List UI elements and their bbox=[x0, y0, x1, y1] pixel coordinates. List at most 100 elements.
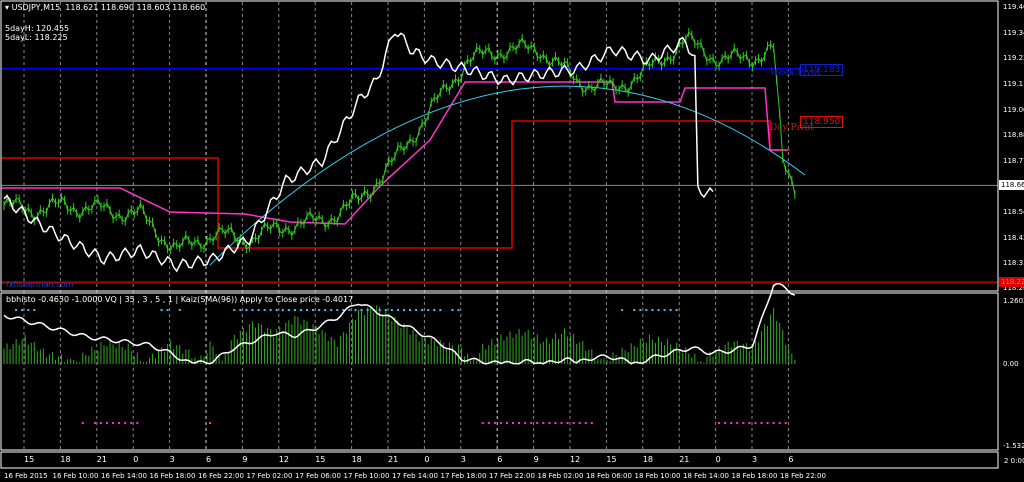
signal-dot-down bbox=[93, 422, 96, 424]
indicator-tick-label: 0.00 bbox=[1003, 360, 1019, 368]
indicator-panel-frame bbox=[0, 292, 999, 451]
signal-dot-down bbox=[548, 422, 551, 424]
hour-tick-label: 12 bbox=[570, 455, 581, 464]
hour-tick-label: 21 bbox=[388, 455, 399, 464]
signal-dot-down bbox=[524, 422, 527, 424]
signal-dot-down bbox=[518, 422, 521, 424]
price-tick-label: 119.000 bbox=[1003, 105, 1024, 114]
signal-dot-down bbox=[760, 422, 763, 424]
signal-dot-up bbox=[415, 309, 418, 311]
signal-dot-up bbox=[663, 309, 666, 311]
chart-canvas[interactable] bbox=[0, 0, 1024, 482]
date-tick-label: 18 Feb 06:00 bbox=[586, 472, 632, 480]
low-price-tag: 118.225 bbox=[999, 277, 1024, 288]
hour-tick-label: 15 bbox=[606, 455, 617, 464]
hour-tick-label: 6 bbox=[497, 455, 503, 464]
signal-dot-up bbox=[166, 309, 169, 311]
hour-tick-label: 3 bbox=[460, 455, 466, 464]
hour-tick-label: 0 bbox=[715, 455, 721, 464]
signal-dot-up bbox=[366, 309, 369, 311]
week-pivot-value: 119.183 bbox=[800, 64, 844, 76]
price-tick-label: 118.425 bbox=[1003, 233, 1024, 242]
signal-dot-up bbox=[33, 309, 36, 311]
price-tick-label: 118.885 bbox=[1003, 131, 1024, 140]
signal-dot-up bbox=[360, 309, 363, 311]
signal-dot-up bbox=[639, 309, 642, 311]
watermark: fxfisherman.com bbox=[6, 280, 74, 289]
signal-dot-down bbox=[736, 422, 739, 424]
signal-dot-up bbox=[457, 309, 460, 311]
signal-dot-up bbox=[251, 309, 254, 311]
signal-dot-down bbox=[493, 422, 496, 424]
hour-tick-label: 3 bbox=[169, 455, 175, 464]
signal-dot-down bbox=[112, 422, 115, 424]
hour-tick-label: 6 bbox=[206, 455, 212, 464]
price-tick-label: 119.345 bbox=[1003, 28, 1024, 37]
hour-tick-label: 15 bbox=[315, 455, 326, 464]
signal-dot-up bbox=[402, 309, 405, 311]
date-tick-label: 17 Feb 02:00 bbox=[246, 472, 293, 480]
price-tick-label: 119.115 bbox=[1003, 79, 1024, 88]
hour-tick-label: 3 bbox=[752, 455, 758, 464]
price-tick-label: 119.230 bbox=[1003, 54, 1024, 63]
signal-dot-down bbox=[505, 422, 508, 424]
signal-dot-up bbox=[233, 309, 236, 311]
signal-dot-up bbox=[27, 309, 30, 311]
signal-dot-down bbox=[136, 422, 139, 424]
signal-dot-down bbox=[784, 422, 787, 424]
signal-dot-up bbox=[15, 309, 18, 311]
five-day-low: 5dayL: 118.225 bbox=[5, 33, 68, 42]
signal-dot-up bbox=[160, 309, 163, 311]
signal-dot-down bbox=[487, 422, 490, 424]
signal-dot-up bbox=[330, 309, 333, 311]
signal-dot-down bbox=[118, 422, 121, 424]
signal-dot-down bbox=[572, 422, 575, 424]
date-tick-label: 16 Feb 10:00 bbox=[52, 472, 99, 480]
signal-dot-up bbox=[433, 309, 436, 311]
price-tick-label: 118.540 bbox=[1003, 208, 1024, 217]
signal-dot-up bbox=[336, 309, 339, 311]
date-tick-label: 18 Feb 14:00 bbox=[683, 472, 729, 480]
signal-dot-up bbox=[281, 309, 284, 311]
signal-dot-down bbox=[81, 422, 84, 424]
signal-dot-down bbox=[130, 422, 133, 424]
signal-dot-up bbox=[390, 309, 393, 311]
signal-dot-down bbox=[566, 422, 569, 424]
hour-tick-label: 9 bbox=[533, 455, 539, 464]
signal-dot-down bbox=[124, 422, 127, 424]
signal-dot-up bbox=[318, 309, 321, 311]
signal-dot-up bbox=[675, 309, 678, 311]
date-tick-label: 18 Feb 18:00 bbox=[731, 472, 778, 480]
price-tick-label: 118.770 bbox=[1003, 156, 1024, 165]
hour-tick-label: 18 bbox=[351, 455, 362, 464]
date-tick-label: 17 Feb 06:00 bbox=[295, 472, 341, 480]
signal-dot-down bbox=[748, 422, 751, 424]
signal-dot-down bbox=[766, 422, 769, 424]
signal-dot-down bbox=[590, 422, 593, 424]
date-tick-label: 16 Feb 2015 bbox=[4, 472, 48, 480]
signal-dot-up bbox=[178, 309, 181, 311]
date-tick-label: 17 Feb 18:00 bbox=[440, 472, 487, 480]
price-panel bbox=[1, 27, 998, 284]
signal-dot-up bbox=[354, 309, 357, 311]
signal-dot-up bbox=[633, 309, 636, 311]
signal-dot-down bbox=[772, 422, 775, 424]
date-tick-label: 18 Feb 02:00 bbox=[537, 472, 584, 480]
symbol-header: ▾ USDJPY,M15 118.621 118.690 118.603 118… bbox=[5, 3, 206, 12]
day-pivot-value: 118.950 bbox=[800, 116, 844, 128]
current-price-tag: 118.660 bbox=[999, 180, 1024, 191]
indicator-tick-label: -1.532 bbox=[1003, 442, 1024, 450]
signal-dot-up bbox=[451, 309, 454, 311]
hour-tick-label: 0 bbox=[133, 455, 139, 464]
signal-dot-down bbox=[730, 422, 733, 424]
signal-dot-up bbox=[409, 309, 412, 311]
signal-dot-up bbox=[324, 309, 327, 311]
signal-dot-up bbox=[287, 309, 290, 311]
signal-dot-up bbox=[312, 309, 315, 311]
ohlc-values: 118.621 118.690 118.603 118.660 bbox=[65, 3, 206, 12]
signal-dot-up bbox=[651, 309, 654, 311]
hour-tick-label: 6 bbox=[788, 455, 794, 464]
signal-dot-down bbox=[560, 422, 563, 424]
signal-dot-down bbox=[481, 422, 484, 424]
signal-dot-down bbox=[499, 422, 502, 424]
